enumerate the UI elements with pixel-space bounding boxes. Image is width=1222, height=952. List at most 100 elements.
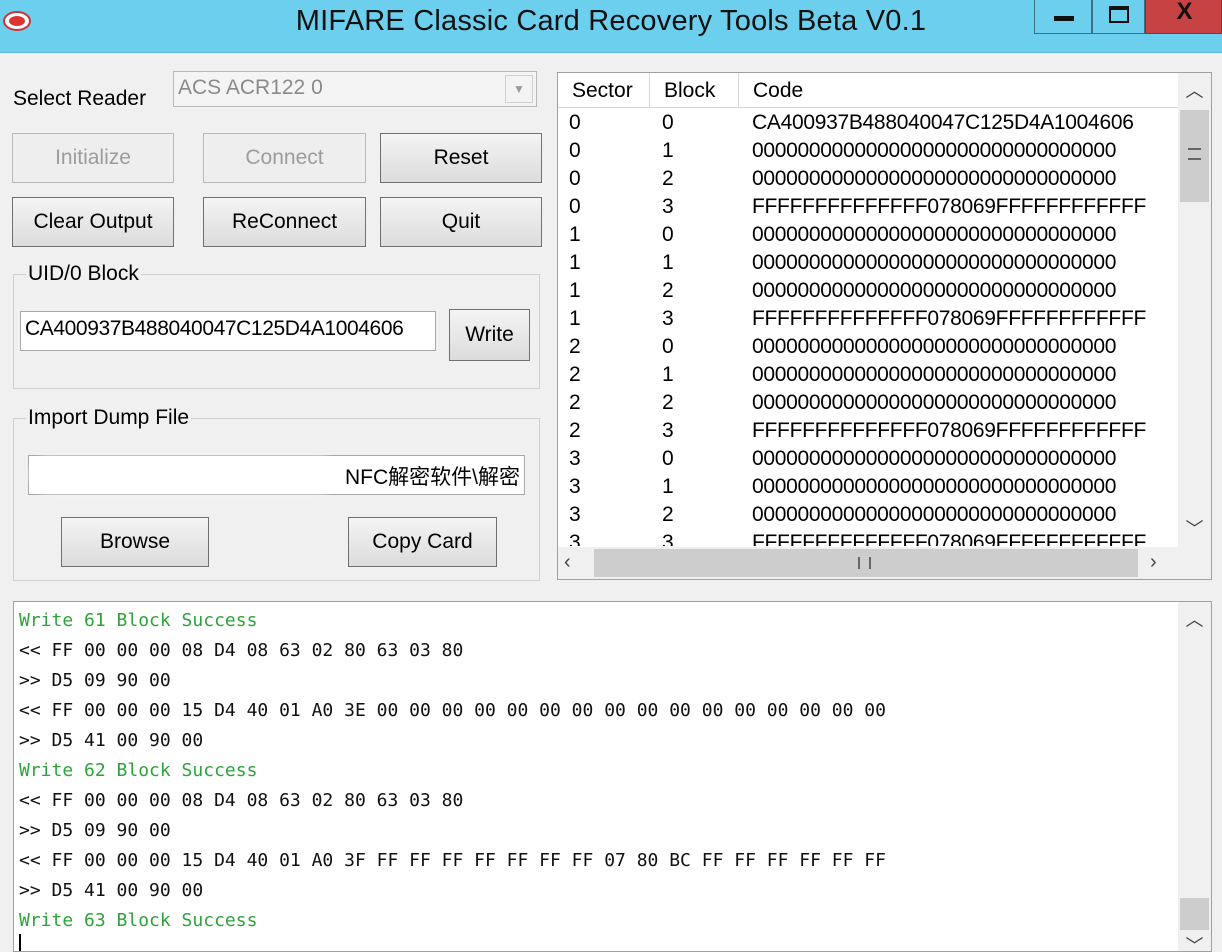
minimize-button[interactable] — [1034, 0, 1092, 34]
cell-block: 3 — [662, 195, 674, 218]
cell-block: 2 — [662, 503, 674, 526]
maximize-icon — [1109, 6, 1129, 23]
cell-code: CA400937B488040047C125D4A1004606 — [752, 111, 1134, 134]
cell-block: 2 — [662, 391, 674, 414]
uid-group-title: UID/0 Block — [26, 262, 141, 286]
copy-card-button[interactable]: Copy Card — [348, 517, 497, 567]
table-vertical-scrollbar[interactable]: ︿ ﹀ — [1178, 73, 1211, 547]
grip-icon — [1188, 148, 1201, 160]
table-row[interactable]: 3 2 00000000000000000000000000000000 — [558, 500, 1178, 528]
cell-sector: 0 — [569, 167, 581, 190]
column-header-block[interactable]: Block — [650, 73, 739, 107]
browse-button[interactable]: Browse — [61, 517, 209, 567]
close-button[interactable]: X — [1145, 0, 1222, 34]
sector-table[interactable]: Sector Block Code 0 0 CA400937B488040047C1… — [557, 72, 1212, 580]
table-row[interactable]: 0 1 00000000000000000000000000000000 — [558, 136, 1178, 164]
import-dump-group-title: Import Dump File — [26, 406, 192, 430]
cell-code: 00000000000000000000000000000000 — [752, 251, 1117, 274]
chevron-up-icon[interactable]: ︿ — [1178, 77, 1211, 103]
log-lines: Write 61 Block Success << FF 00 00 00 08 … — [19, 606, 886, 936]
cell-block: 1 — [662, 251, 674, 274]
column-header-code[interactable]: Code — [739, 73, 1178, 107]
grip-icon — [858, 557, 871, 569]
cell-block: 0 — [662, 111, 674, 134]
table-header: Sector Block Code — [558, 73, 1178, 108]
cell-sector: 0 — [569, 195, 581, 218]
cell-code: 00000000000000000000000000000000 — [752, 363, 1117, 386]
write-button[interactable]: Write — [449, 309, 530, 361]
table-row[interactable]: 3 0 00000000000000000000000000000000 — [558, 444, 1178, 472]
cell-block: 3 — [662, 531, 674, 546]
title-bar: MIFARE Classic Card Recovery Tools Beta … — [0, 0, 1222, 53]
cell-code: 00000000000000000000000000000000 — [752, 475, 1117, 498]
table-horizontal-scrollbar[interactable]: ‹ › — [558, 547, 1178, 579]
cell-code: 00000000000000000000000000000000 — [752, 447, 1117, 470]
chevron-left-icon[interactable]: ‹ — [564, 551, 571, 574]
select-reader-label: Select Reader — [13, 87, 147, 110]
cell-code: 00000000000000000000000000000000 — [752, 167, 1117, 190]
table-row[interactable]: 1 0 00000000000000000000000000000000 — [558, 220, 1178, 248]
chevron-down-icon[interactable]: ▼ — [505, 75, 533, 103]
table-row[interactable]: 1 1 00000000000000000000000000000000 — [558, 248, 1178, 276]
reader-select[interactable]: ACS ACR122 0 ▼ — [173, 71, 537, 107]
table-row[interactable]: 2 3 FFFFFFFFFFFFFF078069FFFFFFFFFFFF — [558, 416, 1178, 444]
cell-code: FFFFFFFFFFFFFF078069FFFFFFFFFFFF — [752, 419, 1146, 442]
table-row[interactable]: 3 3 FFFFFFFFFFFFFF078069FFFFFFFFFFFF — [558, 528, 1178, 546]
table-hscroll-thumb[interactable] — [594, 549, 1138, 577]
log-scroll-thumb[interactable] — [1180, 898, 1209, 930]
chevron-up-icon[interactable]: ︿ — [1178, 606, 1211, 632]
cell-sector: 3 — [569, 531, 581, 546]
cell-block: 3 — [662, 307, 674, 330]
table-row[interactable]: 2 1 00000000000000000000000000000000 — [558, 360, 1178, 388]
chevron-down-icon[interactable]: ﹀ — [1178, 932, 1211, 951]
table-row[interactable]: 2 2 00000000000000000000000000000000 — [558, 388, 1178, 416]
table-scroll-thumb[interactable] — [1180, 110, 1209, 202]
cell-block: 3 — [662, 419, 674, 442]
cell-sector: 2 — [569, 363, 581, 386]
log-line: >> D5 09 90 00 — [19, 820, 171, 841]
cell-sector: 0 — [569, 139, 581, 162]
cell-sector: 3 — [569, 503, 581, 526]
table-row[interactable]: 0 2 00000000000000000000000000000000 — [558, 164, 1178, 192]
cell-code: FFFFFFFFFFFFFF078069FFFFFFFFFFFF — [752, 195, 1146, 218]
log-vertical-scrollbar[interactable]: ︿ ﹀ — [1178, 602, 1211, 951]
reset-button[interactable]: Reset — [380, 133, 542, 183]
cell-code: FFFFFFFFFFFFFF078069FFFFFFFFFFFF — [752, 531, 1146, 546]
log-line: << FF 00 00 00 08 D4 08 63 02 80 63 03 8… — [19, 790, 464, 811]
reconnect-button[interactable]: ReConnect — [203, 197, 366, 247]
close-icon: X — [1176, 0, 1193, 25]
table-row[interactable]: 1 3 FFFFFFFFFFFFFF078069FFFFFFFFFFFF — [558, 304, 1178, 332]
cell-block: 0 — [662, 447, 674, 470]
log-line: << FF 00 00 00 15 D4 40 01 A0 3E 00 00 0… — [19, 700, 886, 721]
cell-block: 0 — [662, 335, 674, 358]
uid-input[interactable]: CA400937B488040047C125D4A1004606 — [20, 311, 436, 351]
table-row[interactable]: 0 0 CA400937B488040047C125D4A1004606 — [558, 108, 1178, 136]
log-line: << FF 00 00 00 15 D4 40 01 A0 3F FF FF F… — [19, 850, 886, 871]
log-line: >> D5 09 90 00 — [19, 670, 171, 691]
cell-block: 1 — [662, 139, 674, 162]
cell-sector: 1 — [569, 279, 581, 302]
initialize-button[interactable]: Initialize — [12, 133, 174, 183]
log-line: Write 63 Block Success — [19, 910, 258, 931]
table-row[interactable]: 2 0 00000000000000000000000000000000 — [558, 332, 1178, 360]
table-row[interactable]: 0 3 FFFFFFFFFFFFFF078069FFFFFFFFFFFF — [558, 192, 1178, 220]
cell-sector: 2 — [569, 391, 581, 414]
table-row[interactable]: 3 1 00000000000000000000000000000000 — [558, 472, 1178, 500]
maximize-button[interactable] — [1092, 0, 1145, 34]
log-line: << FF 00 00 00 08 D4 08 63 02 80 63 03 8… — [19, 640, 464, 661]
chevron-down-icon[interactable]: ﹀ — [1178, 515, 1211, 541]
table-row[interactable]: 1 2 00000000000000000000000000000000 — [558, 276, 1178, 304]
clear-output-button[interactable]: Clear Output — [12, 197, 174, 247]
cell-sector: 0 — [569, 111, 581, 134]
column-header-sector[interactable]: Sector — [558, 73, 650, 107]
path-redaction — [34, 461, 334, 489]
output-log[interactable]: Write 61 Block Success << FF 00 00 00 08 … — [13, 601, 1212, 952]
cell-code: 00000000000000000000000000000000 — [752, 335, 1117, 358]
reader-select-value: ACS ACR122 0 — [178, 76, 323, 99]
chevron-right-icon[interactable]: › — [1150, 551, 1157, 574]
cell-block: 0 — [662, 223, 674, 246]
quit-button[interactable]: Quit — [380, 197, 542, 247]
cell-code: 00000000000000000000000000000000 — [752, 391, 1117, 414]
log-line: >> D5 41 00 90 00 — [19, 880, 204, 901]
connect-button[interactable]: Connect — [203, 133, 366, 183]
